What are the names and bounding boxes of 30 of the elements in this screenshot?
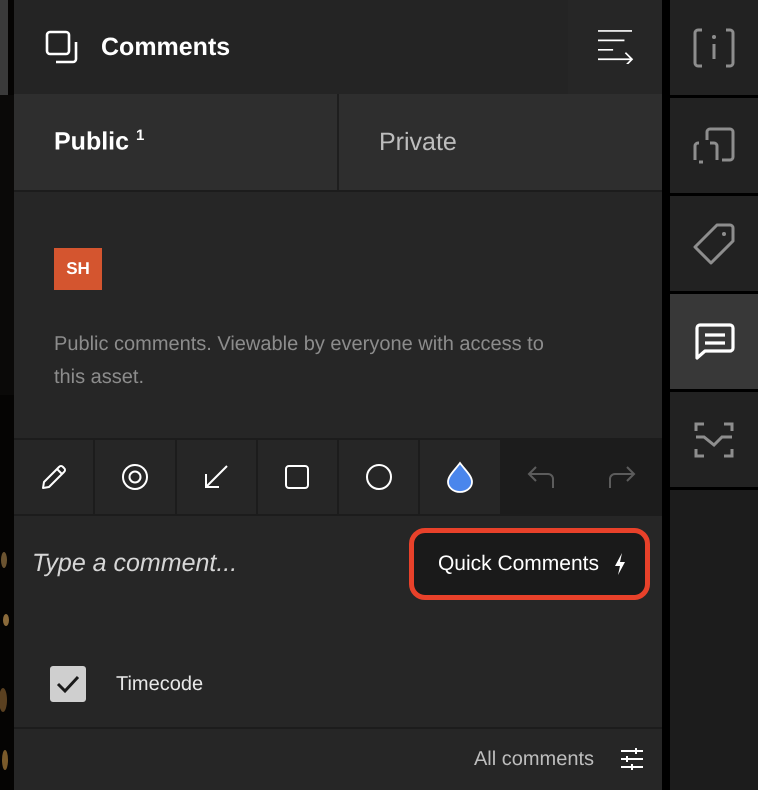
sidebar-tab[interactable] — [670, 392, 758, 490]
checkmark-icon — [55, 673, 81, 695]
comment-icon — [693, 322, 735, 362]
sliders-icon — [620, 748, 644, 770]
filter-button[interactable] — [620, 748, 644, 770]
collapse-icon — [596, 30, 634, 64]
sidebar-tab[interactable] — [670, 294, 758, 392]
quick-comments-button[interactable]: Quick Comments — [408, 528, 650, 600]
lightning-icon — [613, 552, 627, 576]
filter-label: All comments — [474, 748, 594, 770]
checkbox[interactable] — [50, 666, 86, 702]
avatar: SH — [54, 248, 102, 290]
sidebar-tab[interactable] — [670, 196, 758, 294]
circle-icon — [364, 462, 394, 492]
sidebar-tab[interactable] — [670, 0, 758, 98]
square-icon — [283, 463, 312, 491]
sidebar-tab[interactable] — [670, 98, 758, 196]
copy-icon — [45, 30, 79, 64]
target-icon — [120, 462, 150, 492]
redo-icon — [607, 464, 638, 490]
panel-title: Comments — [101, 32, 232, 62]
waveform-icon — [694, 420, 734, 458]
comment-field[interactable]: Type a comment... — [30, 542, 409, 584]
checkbox-label: Timecode — [116, 672, 204, 696]
empty-note: Public comments. Viewable by everyone with access to this asset. — [54, 332, 545, 390]
droplet-icon — [444, 461, 475, 493]
frame-icon — [693, 126, 735, 166]
undo-icon — [526, 464, 556, 490]
info-icon — [693, 28, 735, 68]
tag-icon — [693, 222, 735, 264]
